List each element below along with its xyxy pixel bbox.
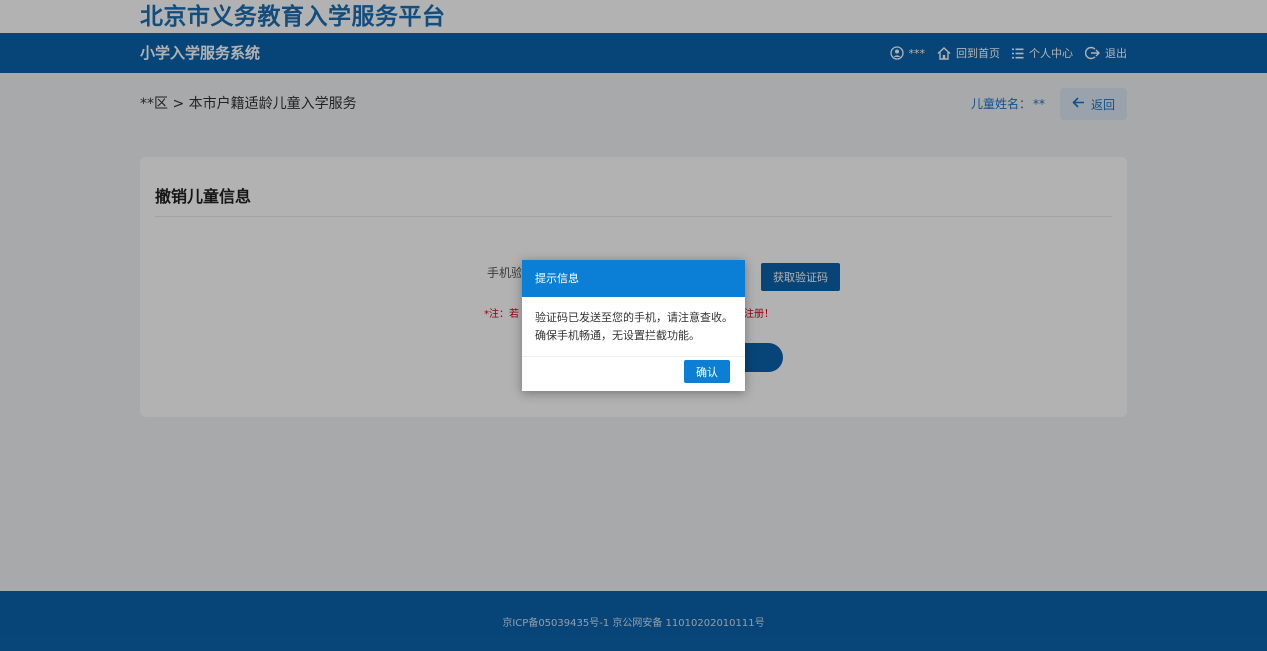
modal-message-line2: 确保手机畅通，无设置拦截功能。 — [535, 329, 700, 342]
modal-message-line1: 验证码已发送至您的手机，请注意查收。 — [535, 311, 733, 324]
alert-modal: 提示信息 验证码已发送至您的手机，请注意查收。 确保手机畅通，无设置拦截功能。 … — [522, 260, 745, 391]
modal-divider — [522, 356, 745, 357]
confirm-button[interactable]: 确认 — [684, 360, 730, 383]
modal-title: 提示信息 — [522, 260, 745, 297]
modal-body: 验证码已发送至您的手机，请注意查收。 确保手机畅通，无设置拦截功能。 — [535, 309, 735, 345]
